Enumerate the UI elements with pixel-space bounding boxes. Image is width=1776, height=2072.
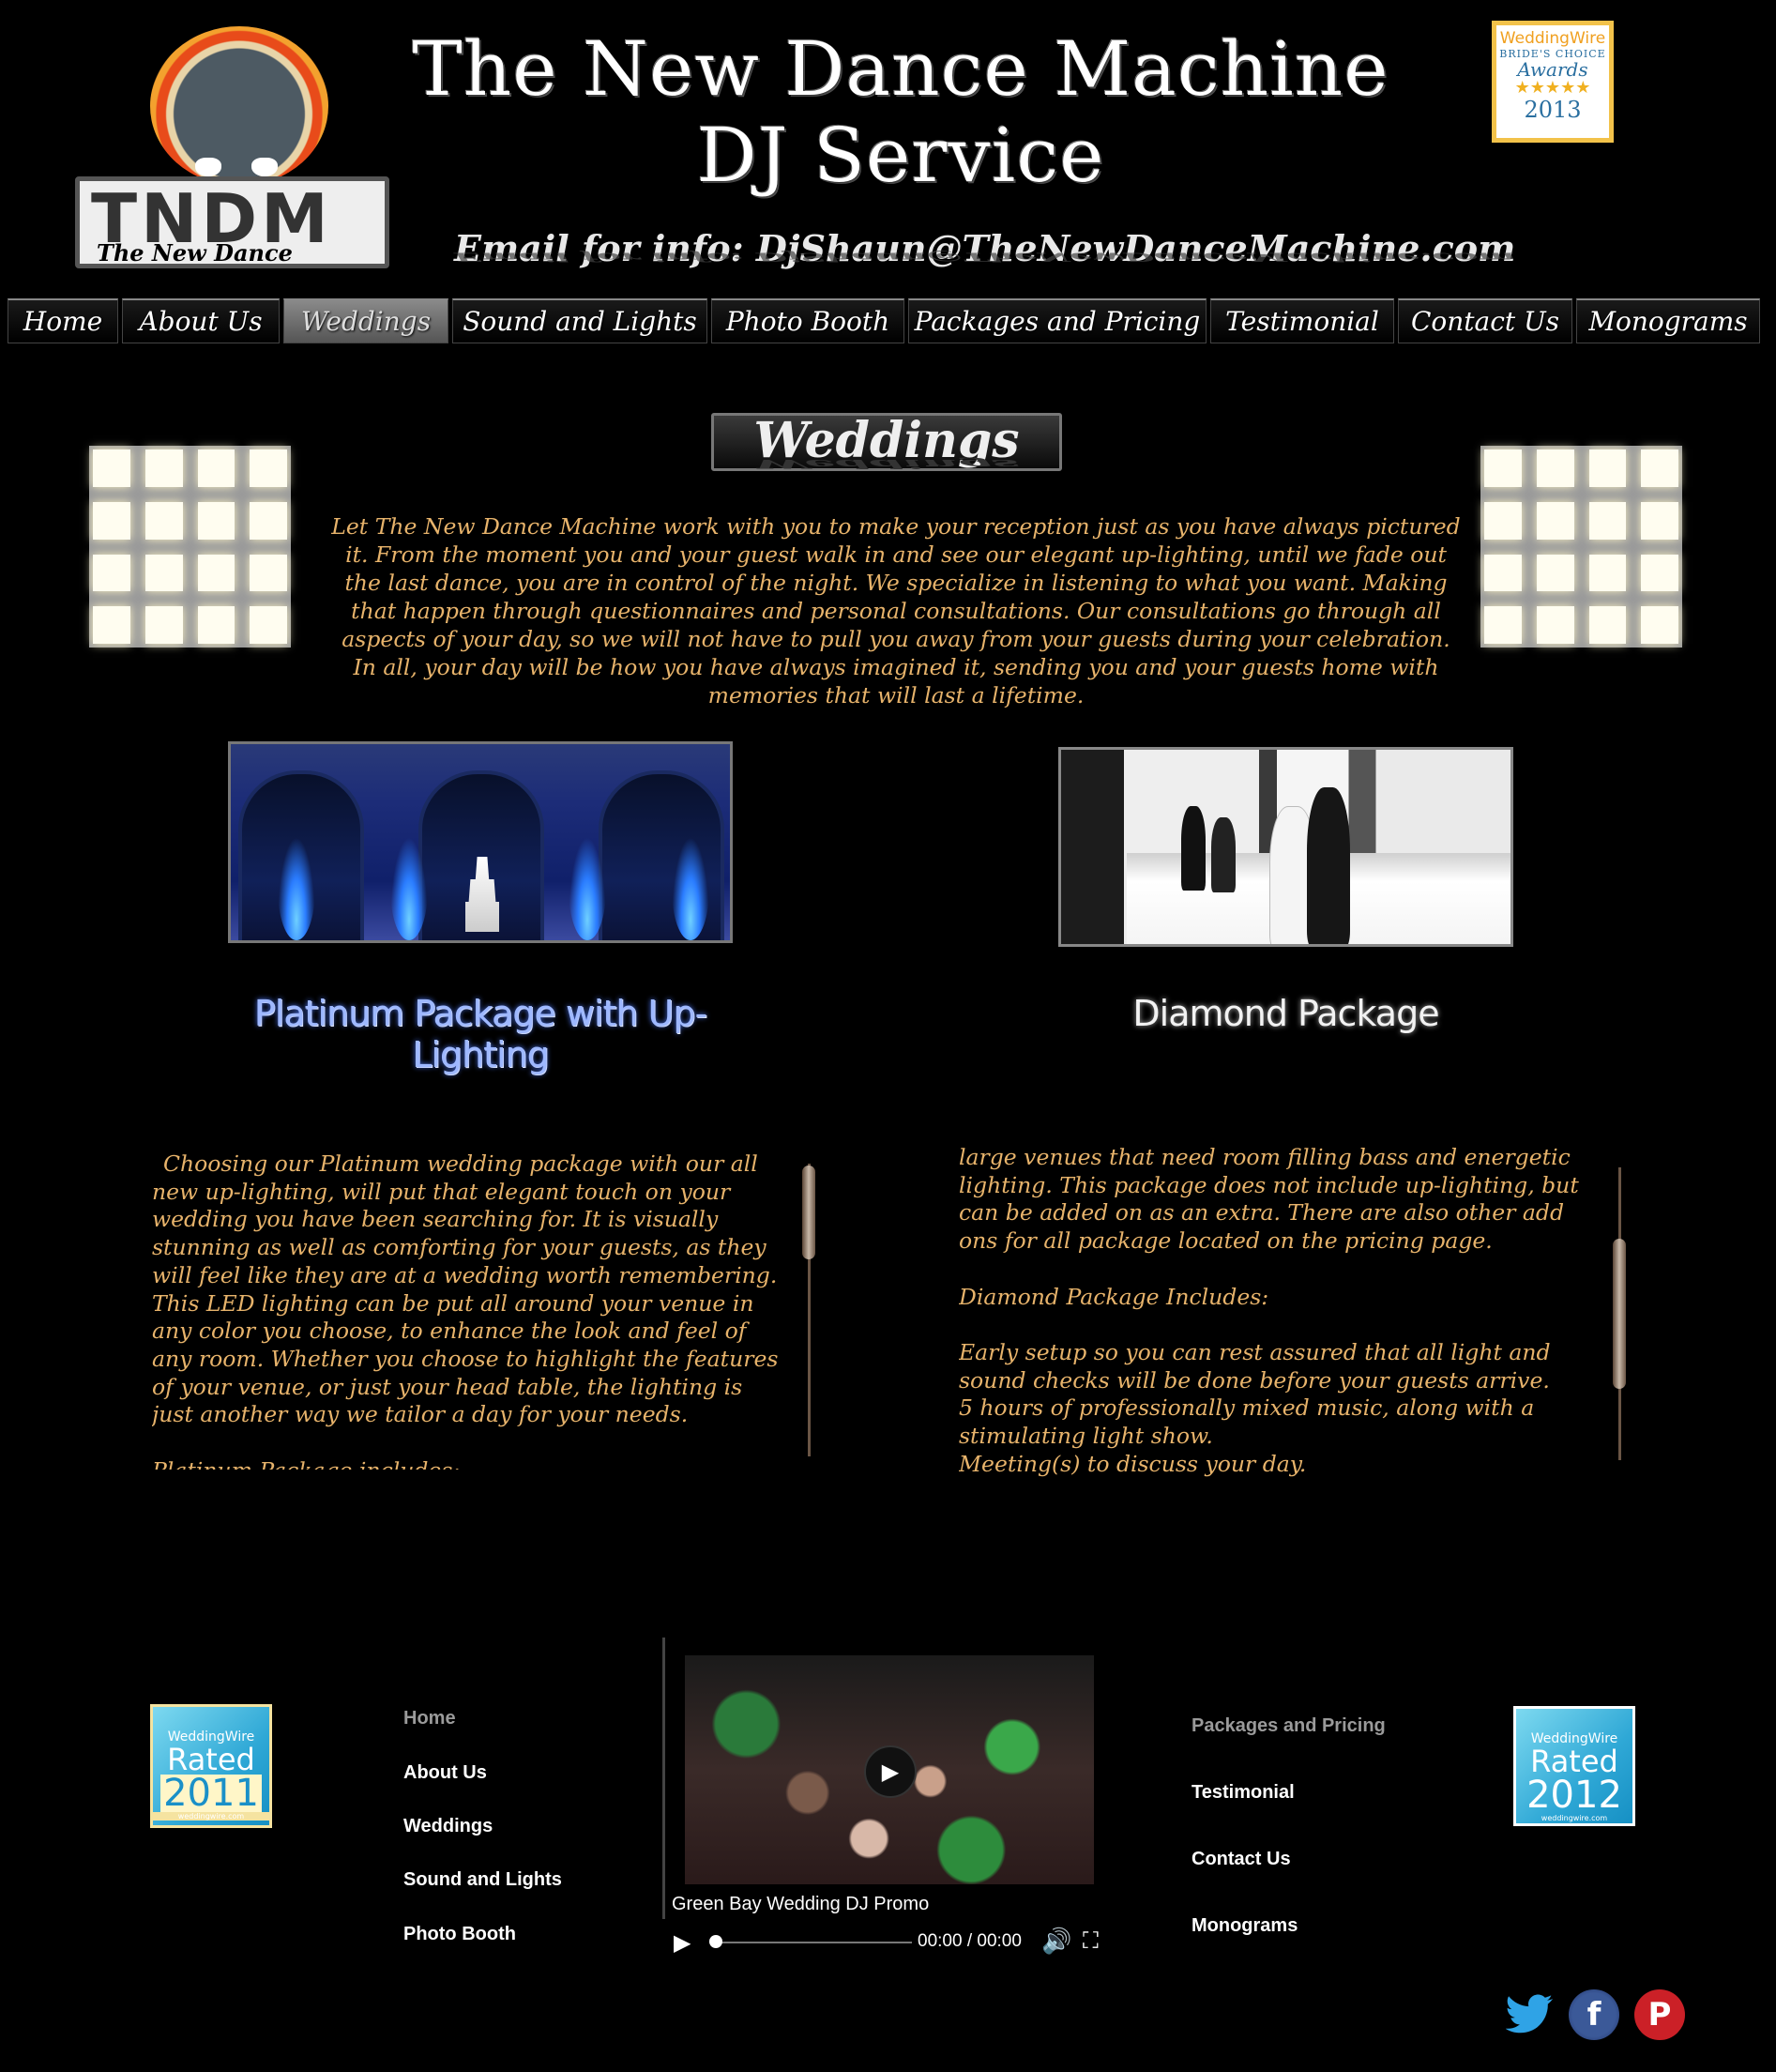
rated-word: Rated [167, 1742, 255, 1777]
video-time: 00:00 / 00:00 [918, 1931, 1022, 1951]
diamond-include-item: Early setup so you can rest assured that… [959, 1338, 1551, 1394]
page-title-reflection: Weddings [753, 456, 1020, 471]
footer-link-photo-booth[interactable]: Photo Booth [403, 1924, 516, 1945]
site-title: The New Dance Machine DJ Service [394, 26, 1407, 199]
nav-testimonial[interactable]: Testimonial [1210, 298, 1394, 343]
volume-icon[interactable]: 🔊 [1041, 1927, 1071, 1956]
email-reflection: Email for info: DjShaun@TheNewDanceMachi… [454, 250, 1516, 265]
video-title: Green Bay Wedding DJ Promo [672, 1894, 930, 1914]
footer-link-contact-us[interactable]: Contact Us [1192, 1849, 1291, 1870]
footer-link-home[interactable]: Home [403, 1708, 456, 1729]
play-icon[interactable]: ▶ [674, 1929, 691, 1956]
platinum-uplighting-photo [228, 741, 733, 943]
logo-character-icon [150, 26, 328, 186]
nav-sound-and-lights[interactable]: Sound and Lights [452, 298, 707, 343]
intro-paragraph: Let The New Dance Machine work with you … [331, 513, 1461, 708]
nav-weddings[interactable]: Weddings [283, 298, 448, 343]
seek-bar[interactable] [715, 1942, 912, 1943]
platinum-includes-link[interactable]: Platinum Package includes: [152, 1457, 460, 1470]
award-stars-icon: ★★★★★ [1514, 78, 1591, 98]
nav-monograms[interactable]: Monograms [1576, 298, 1760, 343]
nav-photo-booth[interactable]: Photo Booth [711, 298, 904, 343]
award-word: Awards [1517, 58, 1588, 81]
footer-link-sound-and-lights[interactable]: Sound and Lights [403, 1869, 562, 1891]
weddingwire-rated-2011-badge[interactable]: WeddingWire Rated 2011 weddingwire.com [150, 1704, 272, 1828]
footer-link-testimonial[interactable]: Testimonial [1192, 1782, 1295, 1804]
nav-about-us[interactable]: About Us [122, 298, 280, 343]
platinum-package-title: Platinum Package with Up-Lighting [253, 993, 707, 1075]
diamond-description-scrollbox[interactable]: large venues that need room filling bass… [959, 1144, 1606, 1482]
platinum-description-scrollbox[interactable]: Choosing our Platinum wedding package wi… [152, 1150, 790, 1470]
footer-link-about-us[interactable]: About Us [403, 1762, 487, 1784]
diamond-scrollbar-thumb[interactable] [1613, 1239, 1626, 1389]
video-play-overlay-icon[interactable]: ▶ [864, 1745, 917, 1798]
site-title-line1: The New Dance Machine [412, 25, 1389, 113]
footer-divider [662, 1638, 665, 1919]
fullscreen-icon[interactable]: ⛶ [1083, 1927, 1099, 1954]
pinterest-icon[interactable]: P [1634, 1989, 1685, 2040]
footer-link-monograms[interactable]: Monograms [1192, 1915, 1298, 1937]
site-title-line2: DJ Service [696, 112, 1105, 199]
nav-contact-us[interactable]: Contact Us [1398, 298, 1572, 343]
diamond-include-item: 5 hours of professionally mixed music, a… [959, 1394, 1535, 1449]
award-year: 2013 [1524, 97, 1582, 123]
main-nav: Home About Us Weddings Sound and Lights … [8, 298, 1771, 345]
site-logo[interactable]: TNDM The New Dance Machine [75, 17, 403, 294]
nav-packages-and-pricing[interactable]: Packages and Pricing [908, 298, 1207, 343]
seek-handle[interactable] [709, 1935, 722, 1948]
rated-word: Rated [1530, 1744, 1618, 1779]
diamond-includes-label: Diamond Package Includes: [959, 1283, 1269, 1310]
nav-home[interactable]: Home [8, 298, 118, 343]
platinum-body: Choosing our Platinum wedding package wi… [152, 1150, 779, 1428]
footer-link-weddings[interactable]: Weddings [403, 1816, 493, 1837]
diamond-paragraph: large venues that need room filling bass… [959, 1144, 1579, 1255]
logo-eye-left [195, 158, 221, 176]
logo-plate: TNDM The New Dance Machine [75, 176, 389, 294]
rated-year: 2012 [1526, 1774, 1622, 1817]
diamond-package-photo [1058, 747, 1513, 947]
diamond-include-item: Meeting(s) to discuss your day. [959, 1450, 1307, 1477]
led-light-panel-left [89, 446, 291, 648]
twitter-icon[interactable] [1505, 1989, 1556, 2040]
video-player-controls: ▶ 00:00 / 00:00 🔊 ⛶ [668, 1924, 1118, 1961]
weddingwire-rated-2012-badge[interactable]: WeddingWire Rated 2012 weddingwire.com [1513, 1706, 1635, 1826]
weddingwire-award-2013-badge[interactable]: WeddingWire BRIDE'S CHOICE Awards ★★★★★ … [1492, 21, 1614, 143]
platinum-scrollbar-thumb[interactable] [802, 1166, 815, 1259]
facebook-icon[interactable]: f [1569, 1989, 1619, 2040]
logo-eye-right [251, 158, 278, 176]
award-brand: WeddingWire [1499, 29, 1606, 48]
logo-script: The New Dance Machine [97, 239, 293, 294]
footer-link-packages-and-pricing[interactable]: Packages and Pricing [1192, 1715, 1386, 1737]
rated-year: 2011 [160, 1775, 262, 1812]
led-light-panel-right [1480, 446, 1682, 648]
diamond-package-title: Diamond Package [1132, 993, 1439, 1034]
